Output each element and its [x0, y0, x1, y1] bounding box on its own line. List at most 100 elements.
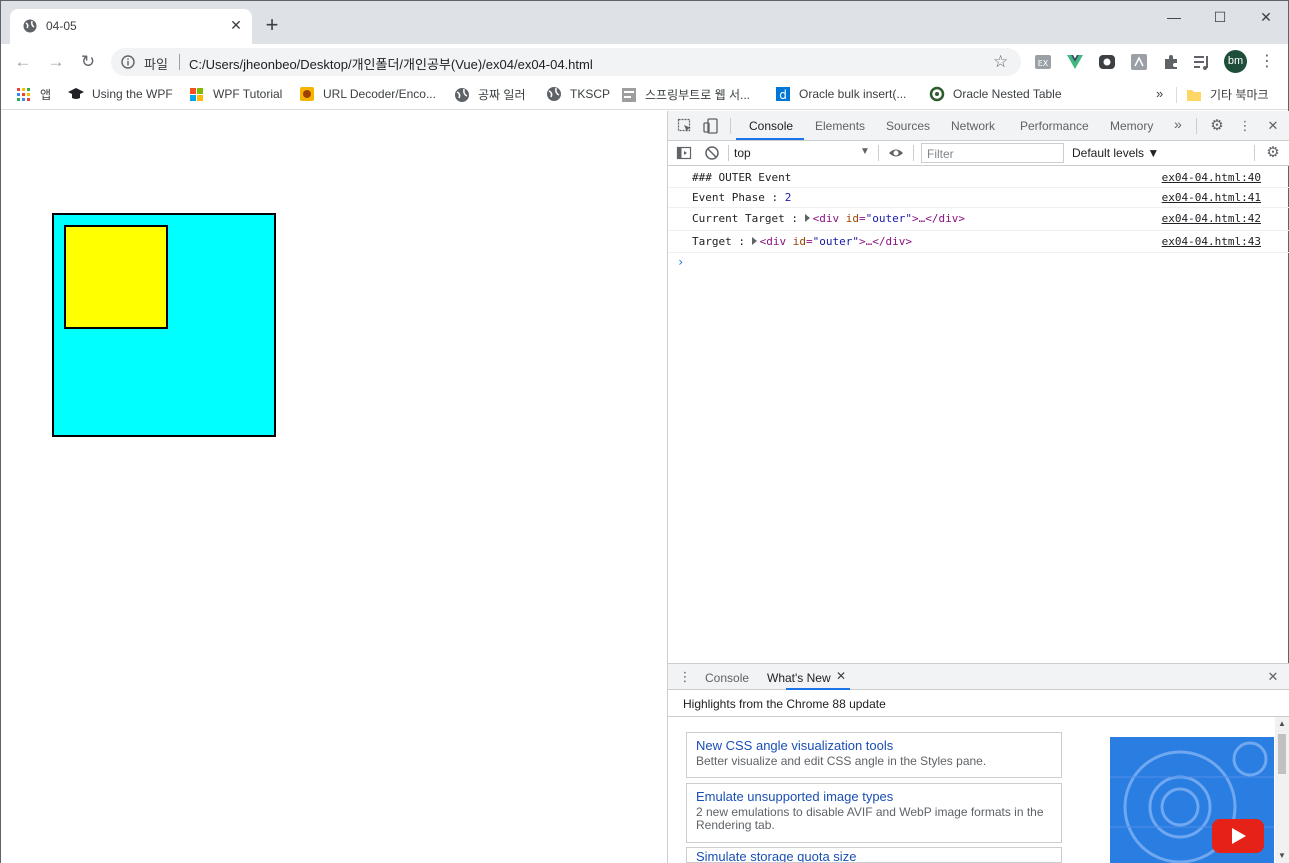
- tag-ellipsis: >…: [911, 212, 926, 225]
- source-link[interactable]: ex04-04.html:43: [1162, 235, 1261, 248]
- console-line: Current Target : <div id="outer">…</div>…: [668, 208, 1289, 231]
- forward-icon[interactable]: →: [46, 52, 66, 72]
- maximize-icon[interactable]: ☐: [1210, 7, 1230, 27]
- svg-text:EX: EX: [1038, 59, 1049, 68]
- tag-ellipsis: >…: [858, 235, 873, 248]
- log-levels-dropdown[interactable]: Default levels ▼: [1072, 146, 1159, 160]
- close-drawer-icon[interactable]: ✕: [1265, 669, 1281, 685]
- source-link[interactable]: ex04-04.html:42: [1162, 212, 1261, 225]
- youtube-play-icon[interactable]: [1212, 819, 1264, 853]
- clear-console-icon[interactable]: [704, 145, 720, 161]
- bookmark-label: 기타 북마크: [1210, 88, 1269, 102]
- feature-card[interactable]: Emulate unsupported image types 2 new em…: [686, 783, 1062, 843]
- extension-record-icon[interactable]: [1098, 53, 1116, 71]
- tab-network[interactable]: Network: [951, 119, 995, 133]
- windows-logo-icon: [190, 88, 203, 101]
- drawer-tab-whats-new[interactable]: What's New: [767, 671, 831, 685]
- expand-triangle-icon[interactable]: [804, 214, 810, 222]
- drawer-scrollbar[interactable]: ▲ ▼: [1275, 717, 1289, 863]
- bookmarks-overflow-button[interactable]: »: [1156, 86, 1163, 101]
- divider: [179, 54, 180, 70]
- minimize-icon[interactable]: —: [1164, 7, 1184, 27]
- new-tab-button[interactable]: +: [262, 14, 282, 36]
- console-output: ### OUTER Event ex04-04.html:40 Event Ph…: [668, 167, 1289, 661]
- bookmark-spring-boot[interactable]: 스프링부트로 웹 서...: [621, 86, 750, 104]
- divider: [730, 118, 731, 134]
- feature-card[interactable]: Simulate storage quota size: [686, 847, 1062, 863]
- scroll-down-icon[interactable]: ▼: [1278, 851, 1286, 860]
- avatar[interactable]: bm: [1224, 50, 1247, 73]
- chevron-down-icon: ▼: [860, 146, 870, 157]
- bookmark-url-decoder[interactable]: URL Decoder/Enco...: [299, 86, 436, 104]
- bookmark-other[interactable]: 기타 북마크: [1186, 86, 1269, 104]
- divider: [878, 145, 879, 161]
- feature-title[interactable]: New CSS angle visualization tools: [696, 738, 1052, 753]
- bookmark-oracle-nested[interactable]: Oracle Nested Table: [929, 86, 1062, 104]
- bookmark-apps[interactable]: 앱: [16, 86, 51, 104]
- close-devtools-icon[interactable]: ✕: [1265, 118, 1281, 134]
- feature-title[interactable]: Emulate unsupported image types: [696, 789, 1052, 804]
- bookmark-label: Oracle Nested Table: [953, 87, 1062, 101]
- tag-close: </div>: [925, 212, 965, 225]
- feature-card[interactable]: New CSS angle visualization tools Better…: [686, 732, 1062, 778]
- feature-title[interactable]: Simulate storage quota size: [696, 849, 1052, 862]
- bookmark-label: 스프링부트로 웹 서...: [645, 88, 750, 102]
- close-tab-icon[interactable]: ✕: [228, 17, 244, 33]
- sidebar-toggle-icon[interactable]: [676, 145, 692, 161]
- svg-text:d: d: [779, 88, 787, 102]
- console-prompt[interactable]: ›: [677, 255, 684, 269]
- tab-console[interactable]: Console: [749, 119, 793, 133]
- bookmark-free-illust[interactable]: 공짜 일러: [454, 86, 526, 104]
- source-link[interactable]: ex04-04.html:41: [1162, 191, 1261, 204]
- divider: [913, 145, 914, 161]
- filter-input[interactable]: Filter: [921, 143, 1064, 163]
- tab-memory[interactable]: Memory: [1110, 119, 1153, 133]
- bookmark-oracle-bulk[interactable]: d Oracle bulk insert(...: [775, 86, 906, 104]
- menu-icon[interactable]: ⋮: [1259, 52, 1275, 72]
- bookmark-using-wpf[interactable]: Using the WPF: [68, 86, 173, 104]
- context-selector[interactable]: top ▼: [734, 146, 874, 160]
- expand-triangle-icon[interactable]: [751, 237, 757, 245]
- tab-elements[interactable]: Elements: [815, 119, 865, 133]
- bookmark-tkscp[interactable]: TKSCP: [546, 86, 610, 104]
- scroll-up-icon[interactable]: ▲: [1278, 719, 1286, 728]
- extension-pdf-icon[interactable]: [1130, 53, 1148, 71]
- settings-gear-icon[interactable]: ⚙: [1209, 118, 1225, 134]
- tab-performance[interactable]: Performance: [1020, 119, 1089, 133]
- inspect-element-icon[interactable]: [677, 118, 693, 134]
- d-logo-icon: d: [776, 87, 790, 102]
- extensions-puzzle-icon[interactable]: [1162, 53, 1180, 71]
- url-text[interactable]: C:/Users/jheonbeo/Desktop/개인폴더/개인공부(Vue)…: [189, 54, 593, 73]
- globe-icon: [455, 88, 469, 102]
- source-link[interactable]: ex04-04.html:40: [1162, 171, 1261, 184]
- extension-ex-icon[interactable]: EX: [1034, 53, 1052, 71]
- close-tab-icon[interactable]: ✕: [836, 669, 846, 683]
- reload-icon[interactable]: ↻: [78, 52, 98, 72]
- feature-description: Better visualize and edit CSS angle in t…: [696, 754, 987, 768]
- drawer-menu-icon[interactable]: ⋮: [677, 669, 693, 685]
- console-settings-gear-icon[interactable]: ⚙: [1265, 145, 1281, 161]
- device-toolbar-icon[interactable]: [703, 118, 719, 134]
- drawer-tab-console[interactable]: Console: [705, 671, 749, 685]
- bookmark-wpf-tutorial[interactable]: WPF Tutorial: [189, 86, 282, 104]
- attr-value: "outer": [865, 212, 912, 225]
- eye-icon[interactable]: [888, 145, 904, 161]
- bookmark-label: Oracle bulk insert(...: [799, 87, 907, 101]
- bookmark-label: TKSCP: [570, 87, 611, 101]
- tab-sources[interactable]: Sources: [886, 119, 930, 133]
- outer-box[interactable]: [52, 213, 276, 437]
- close-window-icon[interactable]: ✕: [1256, 7, 1276, 27]
- vue-devtools-icon[interactable]: [1066, 53, 1084, 71]
- bookmark-star-icon[interactable]: ☆: [993, 52, 1008, 72]
- inner-box[interactable]: [64, 225, 168, 329]
- console-line: Target : <div id="outer">…</div> ex04-04…: [668, 231, 1289, 253]
- tab-strip: 04-05 ✕ + — ☐ ✕: [1, 1, 1288, 44]
- scrollbar-thumb[interactable]: [1278, 734, 1286, 774]
- devtools-menu-icon[interactable]: ⋮: [1237, 118, 1253, 134]
- back-icon[interactable]: ←: [13, 52, 33, 72]
- address-bar[interactable]: 파일 C:/Users/jheonbeo/Desktop/개인폴더/개인공부(V…: [111, 48, 1021, 76]
- reading-list-icon[interactable]: [1193, 53, 1211, 71]
- video-thumbnail[interactable]: [1110, 737, 1274, 863]
- more-tabs-button[interactable]: »: [1174, 116, 1182, 132]
- browser-tab[interactable]: 04-05 ✕: [10, 9, 252, 44]
